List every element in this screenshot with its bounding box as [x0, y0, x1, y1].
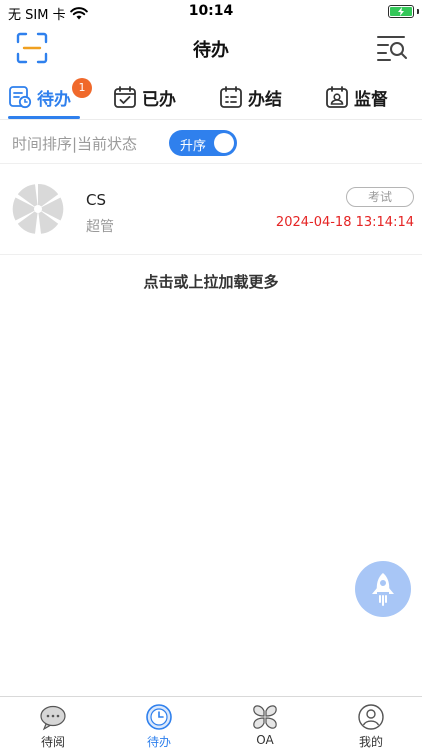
tab-finished[interactable]: 办结 — [219, 80, 282, 114]
bottom-tab-oa-label: OA — [256, 733, 274, 747]
avatar — [10, 181, 66, 237]
item-type-tag: 考试 — [346, 187, 414, 207]
battery-cap — [417, 9, 419, 14]
todo-count-badge: 1 — [72, 78, 92, 98]
page-title: 待办 — [193, 40, 229, 61]
tab-finished-label: 办结 — [248, 89, 282, 110]
bottom-tab-read[interactable]: 待阅 — [13, 697, 93, 750]
bottom-tab-mine[interactable]: 我的 — [331, 697, 411, 750]
charging-bolt-icon — [398, 7, 404, 16]
bottom-tab-mine-label: 我的 — [358, 735, 383, 749]
calendar-list-icon — [220, 86, 242, 108]
sort-description: 时间排序|当前状态 — [12, 135, 138, 153]
list-search-icon — [377, 36, 407, 61]
status-bar: 无 SIM 卡 10:14 — [0, 0, 422, 24]
item-name: CS — [86, 191, 106, 209]
search-filter-button[interactable] — [376, 33, 408, 63]
user-icon — [358, 704, 384, 730]
sort-order-toggle[interactable]: 升序 — [169, 130, 237, 156]
bottom-tab-oa[interactable]: OA — [225, 697, 305, 750]
tab-todo[interactable]: 待办 1 — [8, 78, 92, 114]
sort-bar: 时间排序|当前状态 升序 — [0, 120, 422, 164]
toggle-knob — [214, 133, 234, 153]
rocket-icon — [372, 573, 394, 606]
clover-icon — [253, 705, 277, 729]
item-role: 超管 — [86, 219, 114, 235]
bottom-tab-todo[interactable]: 待办 — [119, 697, 199, 750]
calendar-check-icon — [114, 86, 136, 108]
bottom-tab-todo-label: 待办 — [146, 735, 171, 749]
bottom-tab-read-label: 待阅 — [40, 735, 65, 749]
status-time: 10:14 — [188, 3, 234, 19]
tab-todo-label: 待办 — [37, 89, 71, 110]
nav-bar: 待办 — [0, 24, 422, 70]
todo-clock-icon — [9, 86, 32, 109]
battery-level — [390, 7, 412, 16]
tab-done-label: 已办 — [142, 89, 176, 110]
placeholder-avatar-icon — [12, 184, 64, 234]
clock-icon — [146, 704, 172, 730]
battery-icon — [388, 5, 414, 18]
list-item[interactable]: CS 超管 考试 2024-04-18 13:14:14 — [0, 165, 422, 255]
load-more-button[interactable]: 点击或上拉加载更多 — [0, 271, 422, 292]
rocket-button[interactable] — [355, 561, 411, 617]
supervise-icon — [326, 86, 348, 108]
tab-supervise[interactable]: 监督 — [325, 80, 388, 114]
toggle-label: 升序 — [180, 139, 207, 154]
tab-supervise-label: 监督 — [354, 89, 388, 110]
bottom-tab-bar: 待阅 待办 OA 我的 — [0, 696, 422, 750]
tab-done[interactable]: 已办 — [113, 80, 176, 114]
tab-bar: 待办 1 已办 办结 监督 — [0, 76, 422, 120]
active-tab-indicator — [8, 116, 80, 119]
chat-bubble-icon — [40, 705, 66, 731]
item-timestamp: 2024-04-18 13:14:14 — [275, 215, 414, 230]
